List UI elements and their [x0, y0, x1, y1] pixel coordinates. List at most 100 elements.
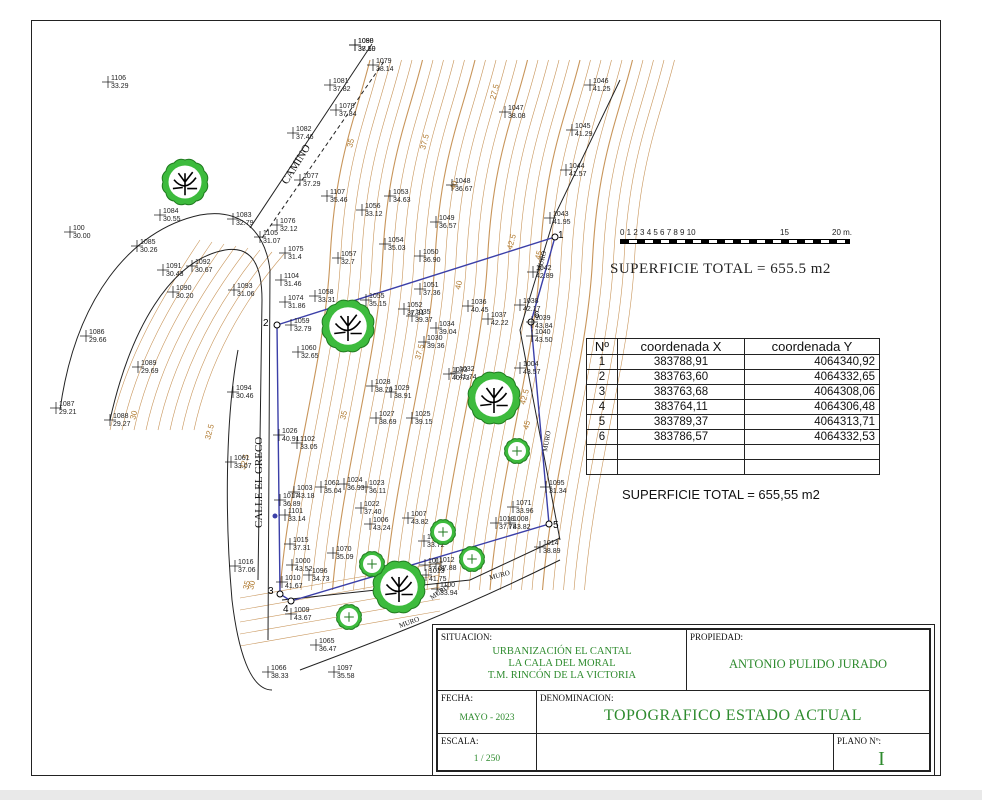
survey-point-elevation: 30.55 — [163, 216, 181, 223]
survey-point-id: 1050 — [423, 249, 439, 256]
survey-point-elevation: 30.20 — [176, 293, 194, 300]
survey-point-elevation: 41.95 — [553, 219, 571, 226]
scale-numbers: 0 1 2 3 4 5 6 7 8 9 10 15 20 m. — [620, 228, 852, 237]
survey-point-elevation: 33.29 — [111, 83, 129, 90]
calle-el-greco-label: CALLE EL GRECO — [253, 437, 265, 528]
survey-point-id: 1052 — [407, 302, 423, 309]
survey-point: 108530.26 — [131, 239, 158, 254]
coords-cell-y: 4064332,65 — [744, 369, 880, 385]
contour-label: 35 — [345, 137, 356, 148]
situacion-line-1: URBANIZACIÓN EL CANTAL — [492, 646, 632, 657]
survey-point-id: 1053 — [393, 189, 409, 196]
survey-point-elevation: 33.05 — [300, 444, 318, 451]
survey-point-elevation: 31.07 — [263, 238, 281, 245]
survey-point-elevation: 31.46 — [284, 281, 302, 288]
survey-point-id: 1058 — [318, 289, 334, 296]
survey-point-id: 1028 — [375, 379, 391, 386]
survey-point: 109130.43 — [157, 263, 184, 278]
survey-point: 109230.67 — [186, 259, 213, 274]
denominacion-cell: DENOMINACION: TOPOGRAFICO ESTADO ACTUAL — [536, 690, 930, 734]
survey-point-id: 1037 — [491, 312, 507, 319]
survey-point-elevation: 37.40 — [364, 509, 382, 516]
survey-point-id: 1010 — [285, 575, 301, 582]
contour-line — [384, 59, 476, 591]
survey-point: 105137.36 — [414, 282, 441, 297]
survey-point-id: 1043 — [553, 211, 569, 218]
survey-point-id: 1007 — [411, 511, 427, 518]
escala-value: 1 / 250 — [473, 754, 501, 764]
calle-curve-outer — [59, 213, 271, 641]
escala-cell: ESCALA: 1 / 250 — [437, 733, 537, 771]
survey-point-id: 1066 — [271, 665, 287, 672]
survey-point-id: 1083 — [236, 212, 252, 219]
coords-cell-x: 383764,11 — [617, 399, 745, 415]
survey-point: 102436.93 — [338, 477, 365, 492]
tree-icon — [459, 546, 485, 572]
survey-point-id: 1006 — [373, 517, 389, 524]
escala-label: ESCALA: — [441, 736, 479, 746]
survey-point: 101736.89 — [274, 493, 301, 508]
survey-point: 108137.82 — [324, 78, 351, 93]
survey-point: 103842.17 — [514, 298, 541, 313]
contour-label: 42.5 — [505, 233, 518, 251]
survey-point-elevation: 35.04 — [324, 488, 342, 495]
survey-point-elevation: 36.47 — [319, 646, 337, 653]
survey-point-elevation: 36.11 — [369, 488, 386, 495]
survey-point-elevation: 31.34 — [549, 488, 567, 495]
blank-cell — [536, 733, 834, 771]
table-row: 3 383763,68 4064308,06 — [586, 384, 880, 400]
survey-point: 109030.20 — [167, 285, 194, 300]
survey-point-id: 1088 — [113, 413, 129, 420]
survey-point-elevation: 41.25 — [593, 86, 611, 93]
survey-point: 102640.91 — [273, 428, 300, 443]
survey-point-id: 1039 — [535, 315, 551, 322]
survey-point: 105036.90 — [414, 249, 441, 264]
survey-point-elevation: 31.4 — [288, 254, 302, 261]
survey-point-elevation: 37.82 — [333, 86, 351, 93]
survey-point-elevation: 43.82 — [411, 519, 429, 526]
survey-point-id: 1057 — [341, 251, 357, 258]
survey-point-elevation: 32.65 — [301, 353, 319, 360]
survey-point-elevation: 29.66 — [89, 337, 107, 344]
survey-point-id: 1054 — [388, 237, 404, 244]
survey-point-id: 1046 — [593, 78, 609, 85]
survey-point-elevation: 37.50 — [358, 46, 376, 53]
survey-point: 107837.84 — [330, 103, 357, 118]
coords-cell-x: 383789,37 — [617, 414, 745, 430]
contour-label: 35 — [338, 409, 349, 420]
propiedad-cell: PROPIEDAD: ANTONIO PULIDO JURADO — [686, 629, 930, 691]
survey-point: 102738.69 — [370, 411, 397, 426]
survey-point-id: 1051 — [423, 282, 439, 289]
survey-point-id: 1022 — [364, 501, 380, 508]
survey-point-elevation: 33.07 — [234, 463, 252, 470]
survey-point: 105732.7 — [332, 251, 357, 266]
survey-point: 103742.22 — [482, 312, 509, 327]
survey-point-id: 100 — [73, 225, 85, 232]
survey-point: 109735.58 — [328, 665, 355, 680]
vertex-3-marker — [276, 590, 284, 598]
survey-point-elevation: 32.12 — [280, 226, 298, 233]
survey-point: 105833.31 — [309, 289, 336, 304]
coords-cell-y: 4064332,53 — [744, 429, 880, 445]
survey-point-id: 1027 — [379, 411, 395, 418]
survey-point-elevation: 42.22 — [491, 320, 509, 327]
survey-point-elevation: 30.26 — [140, 247, 158, 254]
table-row-empty — [586, 444, 880, 460]
survey-point-elevation: 35.09 — [336, 554, 354, 561]
survey-point-id: 1087 — [59, 401, 75, 408]
contour-line — [584, 59, 675, 591]
survey-point-id: 1060 — [301, 345, 317, 352]
survey-point-elevation: 29.69 — [141, 368, 159, 375]
survey-point-id: 1098 — [358, 38, 374, 45]
survey-point-id: 1029 — [394, 385, 410, 392]
superficie-total-header: SUPERFICIE TOTAL = 655.5 m2 — [610, 261, 831, 277]
contour-line — [193, 253, 285, 431]
survey-point: 100643.24 — [364, 517, 391, 532]
survey-point-id: 1055 — [369, 293, 385, 300]
calle-el-greco-west — [226, 349, 273, 691]
survey-point: 107531.4 — [279, 246, 304, 261]
survey-point: 108237.46 — [287, 126, 314, 141]
survey-point-elevation: 37.46 — [296, 134, 314, 141]
tree-icon — [504, 438, 530, 464]
graphic-scale: 0 1 2 3 4 5 6 7 8 9 10 15 20 m. — [620, 228, 860, 250]
